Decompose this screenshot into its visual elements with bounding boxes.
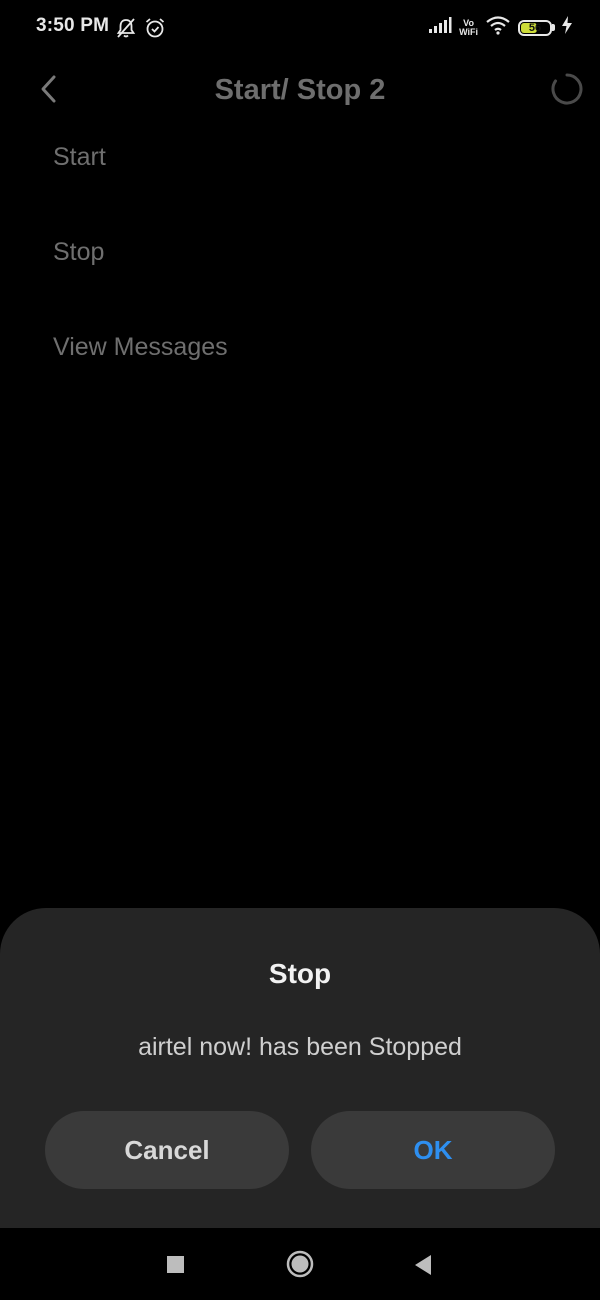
recents-square-icon[interactable] bbox=[167, 1256, 184, 1273]
bell-off-icon bbox=[116, 17, 136, 44]
status-time: 3:50 PM bbox=[36, 15, 110, 36]
back-triangle-icon[interactable] bbox=[413, 1254, 433, 1276]
screen: 3:50 PM Vo WiFi 56 Start/ Stop 2 Start S… bbox=[0, 0, 600, 1300]
battery-level: 56 bbox=[528, 21, 542, 34]
cancel-button[interactable]: Cancel bbox=[45, 1111, 289, 1189]
charging-icon bbox=[562, 16, 572, 39]
dialog-title: Stop bbox=[268, 958, 332, 989]
vowifi-bottom-label: WiFi bbox=[459, 26, 478, 37]
alarm-icon bbox=[144, 17, 166, 44]
battery-icon: 56 bbox=[518, 19, 555, 36]
battery-tip bbox=[552, 24, 555, 31]
page-title: Start/ Stop 2 bbox=[214, 74, 386, 106]
navigation-bar bbox=[0, 1228, 600, 1300]
signal-icon bbox=[428, 16, 452, 39]
wifi-icon bbox=[485, 15, 511, 40]
loading-spinner-icon[interactable] bbox=[550, 72, 584, 106]
ok-button[interactable]: OK bbox=[311, 1111, 555, 1189]
dialog-message: airtel now! has been Stopped bbox=[138, 1033, 462, 1061]
status-bar: 3:50 PM Vo WiFi 56 bbox=[0, 0, 600, 56]
status-right-icons: Vo WiFi 56 bbox=[428, 15, 572, 40]
home-circle-icon[interactable] bbox=[286, 1250, 314, 1278]
stop-dialog: Stop airtel now! has been Stopped Cancel… bbox=[0, 908, 600, 1228]
menu-item-start[interactable]: Start bbox=[0, 110, 600, 205]
menu-list: Start Stop View Messages bbox=[0, 134, 600, 419]
status-left-icons bbox=[116, 17, 166, 44]
menu-item-stop[interactable]: Stop bbox=[0, 205, 600, 300]
battery-body: 56 bbox=[518, 19, 552, 36]
menu-item-view-messages[interactable]: View Messages bbox=[0, 300, 600, 395]
vowifi-icon: Vo WiFi bbox=[459, 18, 478, 37]
